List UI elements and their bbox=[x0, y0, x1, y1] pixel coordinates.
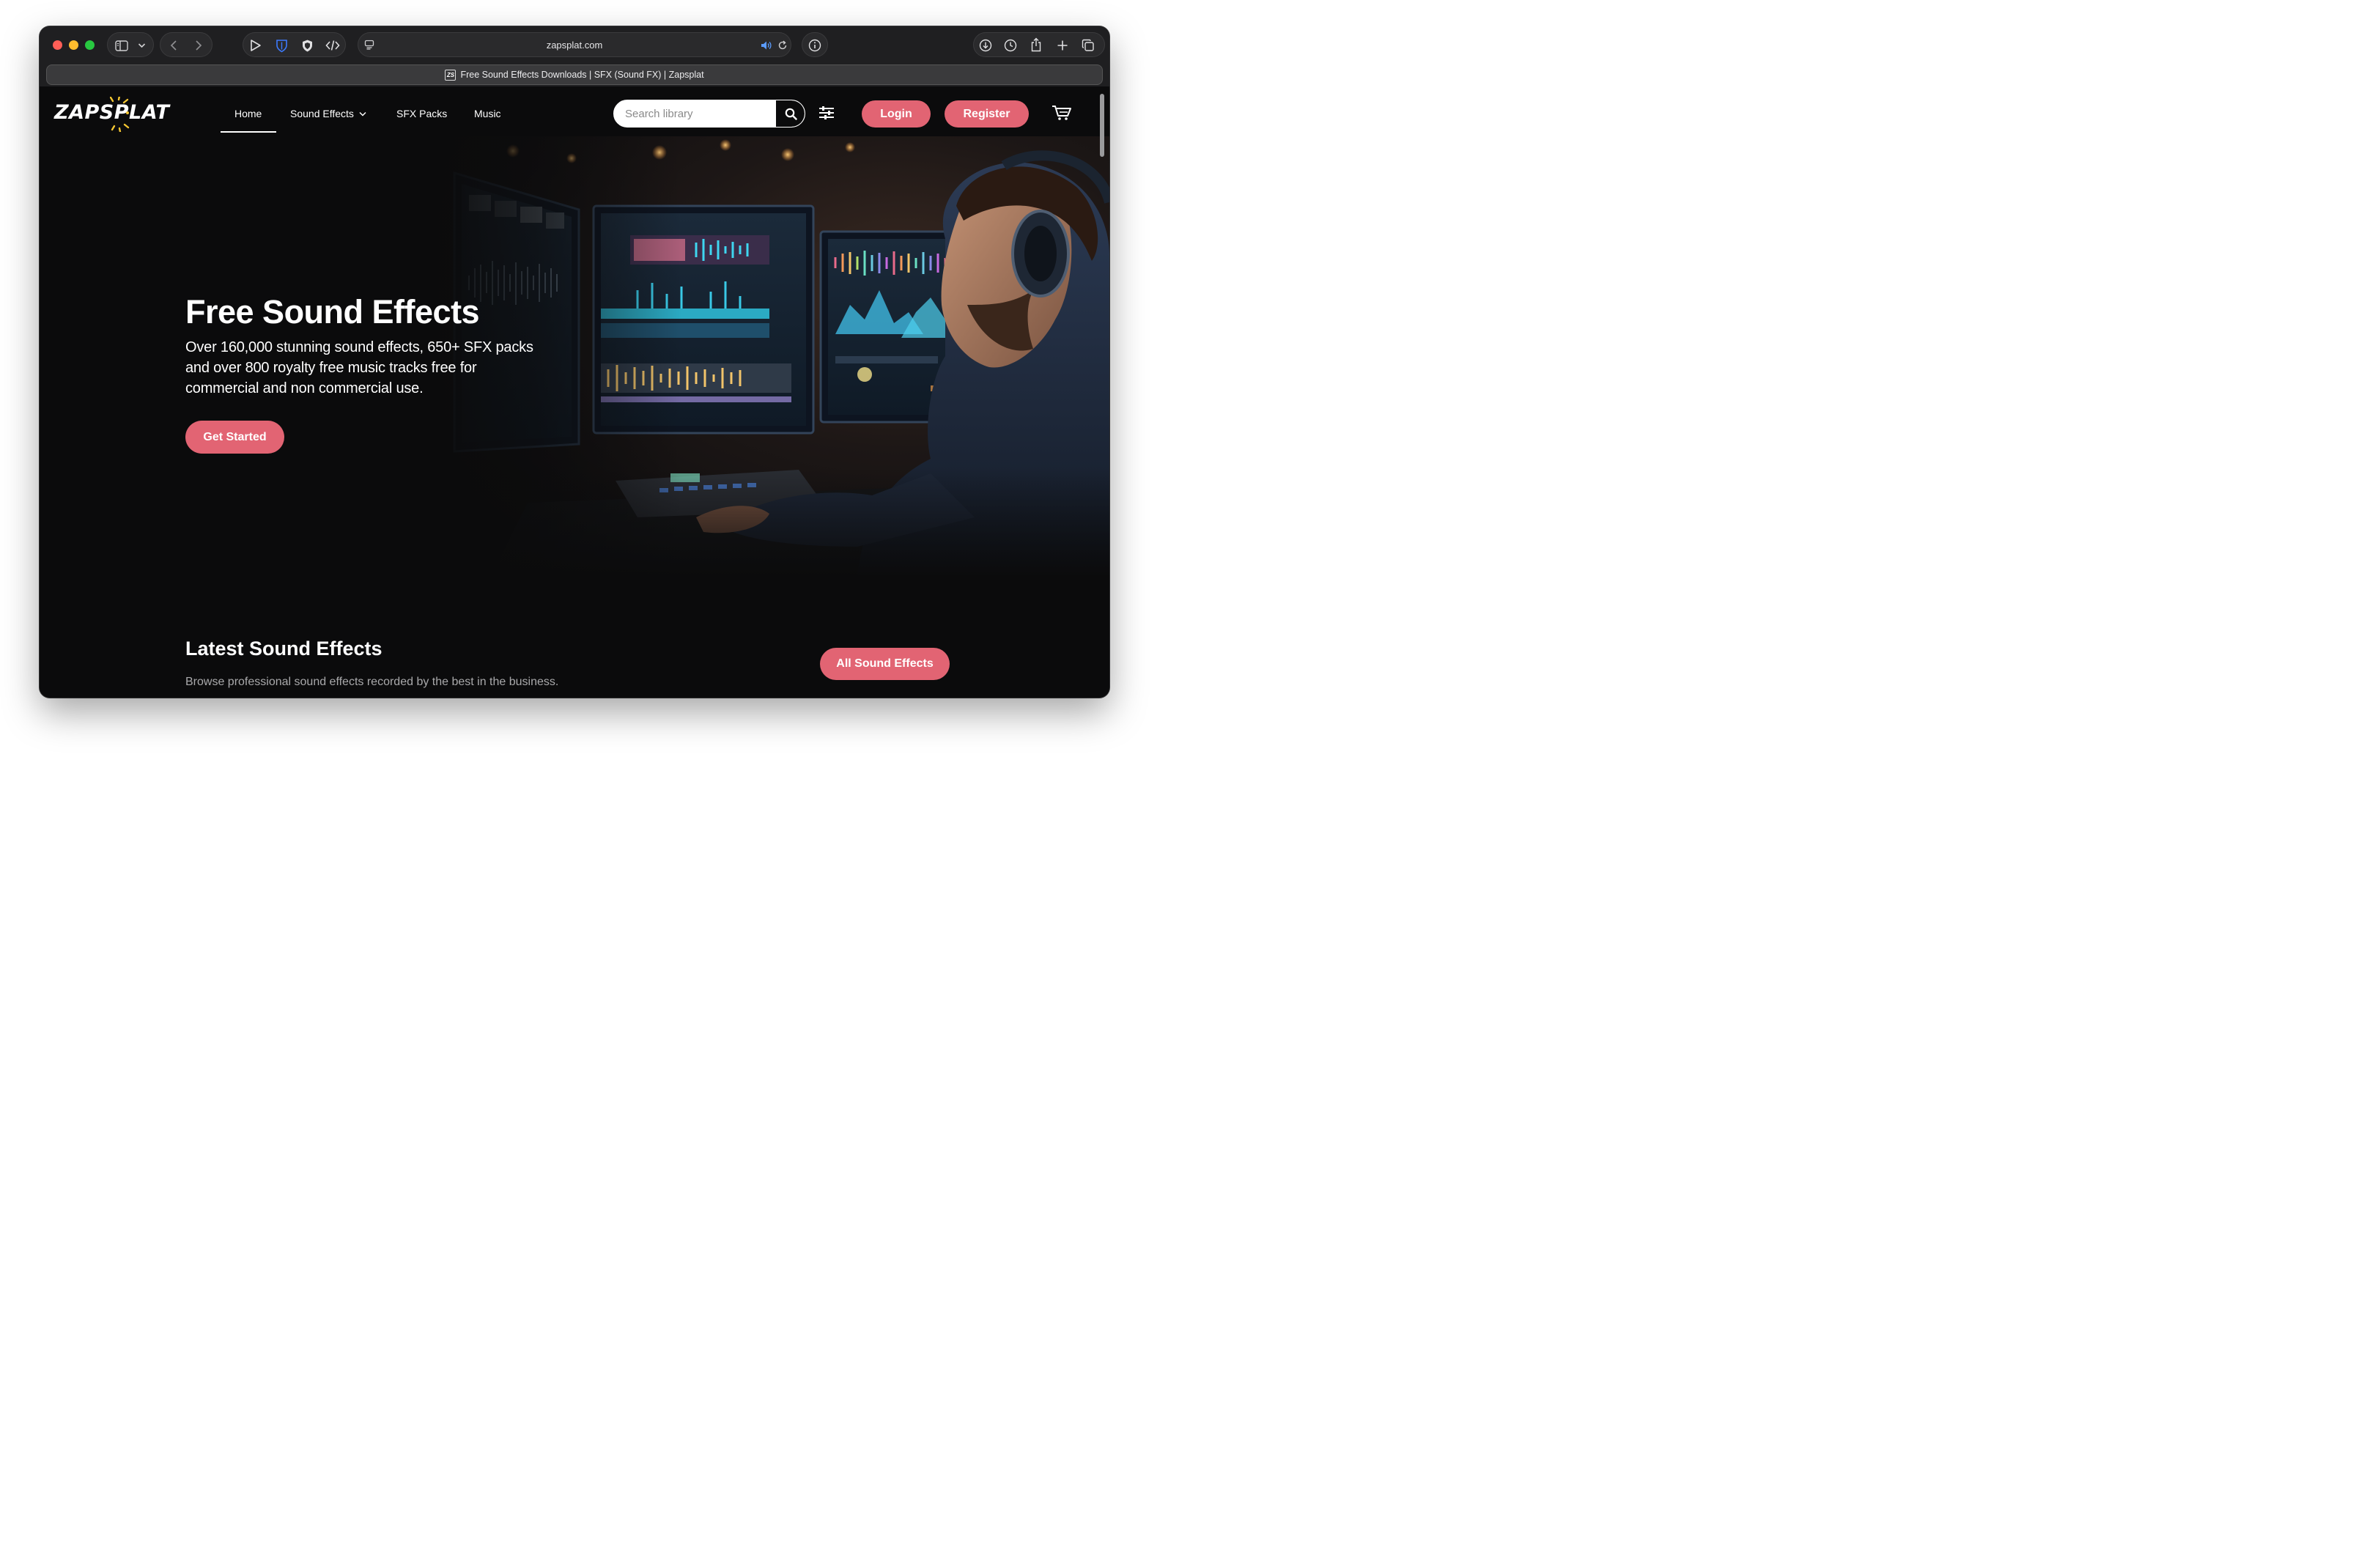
close-window-button[interactable] bbox=[53, 40, 62, 50]
search-box bbox=[613, 100, 805, 128]
register-button[interactable]: Register bbox=[945, 100, 1029, 128]
site-favicon: ZS bbox=[445, 69, 457, 81]
sidebar-icon[interactable] bbox=[114, 39, 129, 52]
search-button[interactable] bbox=[776, 100, 805, 127]
search-input[interactable] bbox=[614, 100, 777, 127]
tabs-icon[interactable] bbox=[1080, 37, 1096, 53]
filter-sliders-icon[interactable] bbox=[818, 106, 835, 120]
history-icon[interactable] bbox=[1002, 37, 1019, 53]
code-icon[interactable] bbox=[324, 37, 341, 53]
shield-icon[interactable] bbox=[299, 37, 315, 53]
page-scrollbar[interactable] bbox=[1100, 94, 1104, 157]
minimize-window-button[interactable] bbox=[69, 40, 78, 50]
latest-sound-effects-subtitle: Browse professional sound effects record… bbox=[185, 676, 559, 688]
reload-icon[interactable] bbox=[776, 39, 789, 52]
forward-icon[interactable] bbox=[192, 39, 205, 52]
bitwarden-shield-icon[interactable] bbox=[273, 37, 289, 53]
latest-sound-effects-title: Latest Sound Effects bbox=[185, 638, 382, 660]
chevron-down-icon bbox=[359, 111, 366, 117]
active-tab[interactable]: ZS Free Sound Effects Downloads | SFX (S… bbox=[46, 64, 1103, 85]
cart-icon[interactable] bbox=[1052, 105, 1072, 121]
all-sound-effects-button[interactable]: All Sound Effects bbox=[820, 648, 950, 680]
nav-sound-effects-label: Sound Effects bbox=[290, 108, 354, 119]
nav-music[interactable]: Music bbox=[474, 108, 501, 119]
nav-home[interactable]: Home bbox=[234, 108, 262, 119]
webpage: ZAPSPLAT Home Sound Effects SFX Packs Mu… bbox=[40, 86, 1109, 698]
tab-title: Free Sound Effects Downloads | SFX (Soun… bbox=[460, 70, 704, 80]
get-started-button[interactable]: Get Started bbox=[185, 421, 284, 454]
nav-sound-effects[interactable]: Sound Effects bbox=[290, 108, 366, 119]
search-icon bbox=[785, 108, 797, 120]
chevron-down-icon[interactable] bbox=[136, 40, 147, 51]
plus-icon[interactable] bbox=[1054, 37, 1071, 53]
download-icon[interactable] bbox=[978, 37, 994, 53]
share-icon[interactable] bbox=[1028, 37, 1044, 53]
back-icon[interactable] bbox=[167, 39, 180, 52]
logo-burst-icon bbox=[110, 97, 130, 132]
browser-toolbar: zapsplat.com bbox=[40, 26, 1109, 64]
hero-subtitle: Over 160,000 stunning sound effects, 650… bbox=[185, 339, 533, 396]
site-navbar: ZAPSPLAT Home Sound Effects SFX Packs Mu… bbox=[40, 86, 1109, 136]
nav-sfx-packs[interactable]: SFX Packs bbox=[396, 108, 447, 119]
tab-bar: ZS Free Sound Effects Downloads | SFX (S… bbox=[40, 64, 1109, 86]
address-bar[interactable]: zapsplat.com bbox=[358, 32, 791, 57]
login-button[interactable]: Login bbox=[862, 100, 931, 128]
info-icon[interactable] bbox=[807, 37, 823, 53]
speaker-icon[interactable] bbox=[760, 39, 773, 52]
zoom-window-button[interactable] bbox=[85, 40, 95, 50]
play-icon[interactable] bbox=[248, 37, 264, 53]
hero-title: Free Sound Effects bbox=[185, 293, 480, 330]
nav-active-indicator bbox=[221, 131, 276, 133]
browser-window: zapsplat.com ZS Free Sound Effects Downl… bbox=[40, 26, 1109, 698]
address-url: zapsplat.com bbox=[546, 40, 603, 51]
hero-fade-bottom bbox=[418, 468, 1109, 577]
